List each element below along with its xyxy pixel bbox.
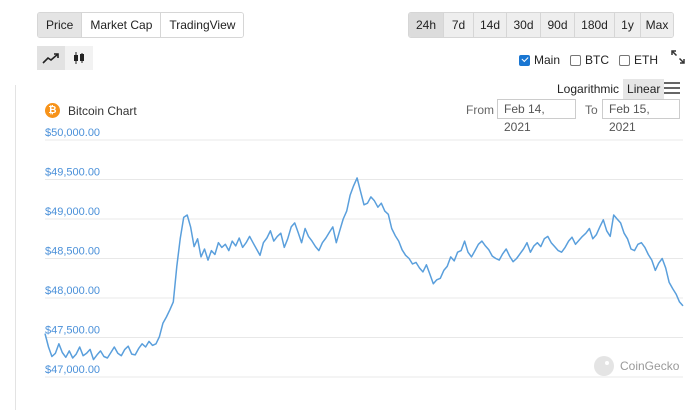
y-tick-label: $49,000.00: [45, 206, 100, 218]
coingecko-logo-icon: [594, 356, 614, 376]
y-tick-label: $49,500.00: [45, 167, 100, 179]
watermark-text: CoinGecko: [620, 359, 680, 373]
price-chart: $50,000.00 $49,500.00 $49,000.00 $48,500.00…: [44, 127, 684, 378]
coingecko-watermark: CoinGecko: [594, 356, 679, 376]
price-line[interactable]: [44, 177, 684, 361]
y-tick-label: $47,500.00: [45, 325, 100, 337]
y-tick-label: $48,500.00: [45, 246, 100, 258]
y-tick-label: $48,000.00: [45, 285, 100, 297]
y-tick-label: $47,000.00: [45, 364, 100, 376]
y-tick-label: $50,000.00: [45, 127, 100, 139]
